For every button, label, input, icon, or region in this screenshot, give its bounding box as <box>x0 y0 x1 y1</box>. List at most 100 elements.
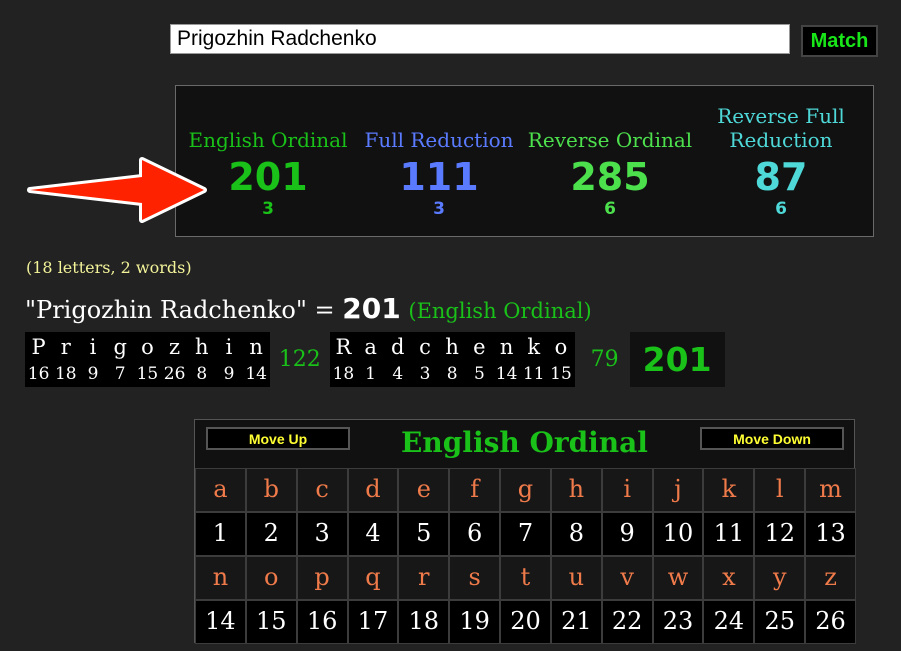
letter-cell: R 18 <box>329 332 357 387</box>
chart-letter-cell: j <box>652 468 704 512</box>
letter-value: 3 <box>419 364 431 384</box>
letter-value: 5 <box>473 364 485 384</box>
letter-char: k <box>527 335 541 359</box>
chart-number-cell: 7 <box>500 512 551 556</box>
letter-char: h <box>445 335 459 359</box>
letter-value: 14 <box>495 364 518 384</box>
letter-cell: z 26 <box>161 332 189 387</box>
chart-number-cell: 23 <box>652 600 704 644</box>
match-button[interactable]: Match <box>801 25 878 57</box>
chart-number-cell: 9 <box>601 512 653 556</box>
letter-value: 4 <box>392 364 404 384</box>
letter-char: n <box>499 335 514 359</box>
chart-number-cell: 13 <box>805 512 856 556</box>
cipher-reduced-value: 6 <box>604 199 616 219</box>
letter-value: 15 <box>136 364 159 384</box>
cipher-value: 87 <box>754 155 808 199</box>
chart-letter-cell: i <box>601 468 653 512</box>
chart-letter-cell: y <box>754 556 806 600</box>
letter-cell: o 15 <box>133 332 161 387</box>
letter-char: o <box>141 335 154 359</box>
cipher-column[interactable]: Full Reduction 111 3 <box>354 86 524 219</box>
chart-number-cell: 26 <box>805 600 856 644</box>
chart-letter-cell: e <box>398 468 450 512</box>
cipher-chart: Move Up English Ordinal Move Down abcdef… <box>194 419 856 644</box>
cipher-name: Reverse Full Reduction <box>717 104 845 152</box>
search-input[interactable] <box>170 24 790 54</box>
letter-value: 9 <box>223 364 235 384</box>
letter-value: 7 <box>114 364 126 384</box>
cipher-name: Reverse Ordinal <box>527 128 693 152</box>
phrase-value: 201 <box>342 292 401 325</box>
chart-letter-cell: x <box>703 556 755 600</box>
letter-value: 15 <box>550 364 572 384</box>
letter-value: 8 <box>446 364 458 384</box>
chart-letter-cell: b <box>245 468 297 512</box>
letter-char: o <box>554 335 568 359</box>
letter-cell: n 14 <box>242 332 270 387</box>
cipher-column[interactable]: Reverse Full Reduction 87 6 <box>696 86 866 219</box>
letter-char: a <box>364 335 377 359</box>
chart-number-cell: 14 <box>195 600 246 644</box>
cipher-summary-panel: English Ordinal 201 3 Full Reduction 111 3 Rev… <box>175 85 874 237</box>
chart-letter-cell: k <box>703 468 755 512</box>
letter-cell: h8 <box>438 332 466 387</box>
chart-letter-cell: u <box>550 556 602 600</box>
letter-cell: i9 <box>79 332 107 387</box>
letter-value: 1 <box>365 364 376 384</box>
chart-number-cell: 22 <box>601 600 653 644</box>
word-total: 122 <box>278 347 321 372</box>
chart-letter-cell: n <box>195 556 246 600</box>
chart-letter-cell: p <box>296 556 348 600</box>
chart-number-cell: 15 <box>245 600 297 644</box>
chart-letter-cell: c <box>296 468 348 512</box>
letter-value: 11 <box>522 364 545 384</box>
letter-char: d <box>391 335 405 359</box>
chart-number-cell: 2 <box>245 512 297 556</box>
cipher-name: Full Reduction <box>364 128 514 152</box>
chart-number-cell: 4 <box>347 512 399 556</box>
letter-value: 26 <box>163 364 186 384</box>
letter-cell: c3 <box>411 332 439 387</box>
letter-cell: e5 <box>465 332 493 387</box>
letter-cell: P 16 <box>25 332 53 387</box>
cipher-name-box: Full Reduction <box>354 86 524 152</box>
letter-char: n <box>249 335 263 359</box>
letter-char: i <box>225 335 233 359</box>
letter-char: r <box>60 335 71 359</box>
red-arrow-icon <box>27 157 207 223</box>
chart-number-cell: 17 <box>347 600 399 644</box>
cipher-name-box: Reverse Ordinal <box>525 86 695 152</box>
phrase-cipher-name: (English Ordinal) <box>408 299 592 323</box>
chart-letter-cell: z <box>805 556 856 600</box>
chart-letter-cell: w <box>652 556 704 600</box>
chart-letter-cell: a <box>195 468 246 512</box>
chart-number-cell: 16 <box>296 600 348 644</box>
letter-char: R <box>335 335 352 359</box>
letter-cell: o 15 <box>547 332 575 387</box>
cipher-reduced-value: 3 <box>433 199 445 219</box>
chart-number-cell: 3 <box>296 512 348 556</box>
chart-letter-cell: t <box>500 556 551 600</box>
phrase-text: "Prigozhin Radchenko" <box>25 296 307 324</box>
letter-cell: h8 <box>188 332 216 387</box>
letter-value: 18 <box>332 364 355 384</box>
move-down-button[interactable]: Move Down <box>700 427 844 450</box>
cipher-column[interactable]: Reverse Ordinal 285 6 <box>525 86 695 219</box>
letter-value: 18 <box>54 364 77 384</box>
chart-number-cell: 20 <box>500 600 551 644</box>
chart-letter-cell: s <box>449 556 501 600</box>
letter-word-count: (18 letters, 2 words) <box>26 258 192 277</box>
chart-letter-cell: q <box>347 556 399 600</box>
letter-char: c <box>419 335 431 359</box>
word-total: 79 <box>590 347 619 372</box>
chart-letter-cell: l <box>754 468 806 512</box>
chart-number-cell: 24 <box>703 600 755 644</box>
letter-cell: d4 <box>384 332 412 387</box>
chart-number-cell: 25 <box>754 600 806 644</box>
chart-number-cell: 11 <box>703 512 755 556</box>
chart-number-cell: 10 <box>652 512 704 556</box>
letter-cell: i9 <box>215 332 243 387</box>
letter-cell: a1 <box>357 332 385 387</box>
letter-value: 9 <box>87 364 99 384</box>
